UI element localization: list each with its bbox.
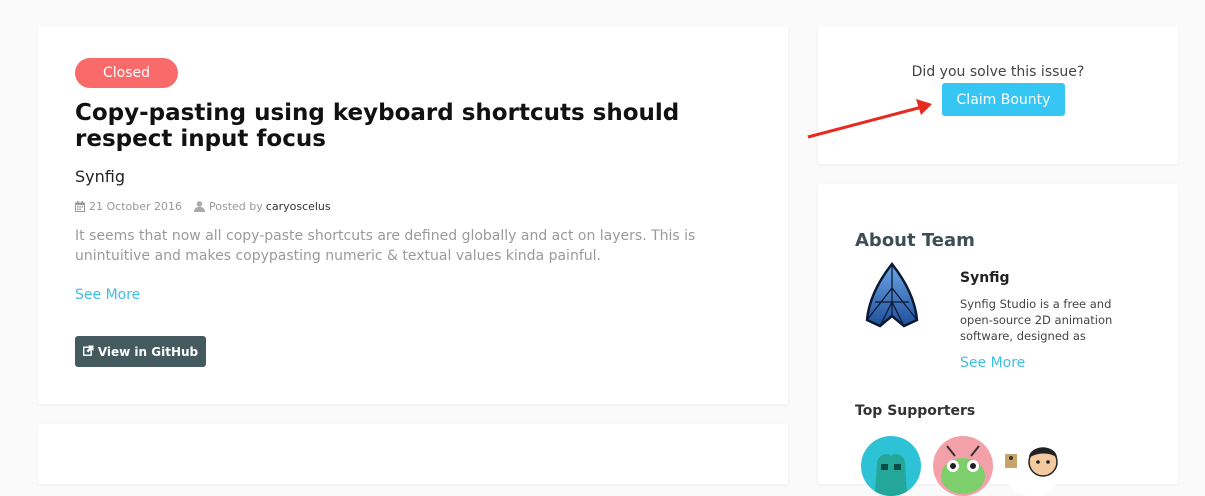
author-name[interactable]: caryoscelus: [266, 200, 331, 213]
synfig-logo[interactable]: [863, 261, 921, 338]
team-description: Synfig Studio is a free and open-source …: [960, 297, 1113, 343]
posted-by-label: Posted by: [209, 200, 263, 213]
bounty-question: Did you solve this issue?: [911, 64, 1085, 80]
supporter-avatar[interactable]: [861, 436, 921, 496]
supporter-avatar[interactable]: [1003, 436, 1063, 496]
status-badge: Closed: [75, 58, 178, 88]
next-issue-card: [38, 424, 788, 484]
about-team-heading: About Team: [855, 230, 975, 251]
about-team-card: About Team Synfig Synfig Studio is a fre…: [818, 184, 1178, 496]
issue-meta: 21 October 2016 Posted by caryoscelus: [75, 200, 331, 213]
user-icon: [194, 201, 206, 212]
claim-bounty-button[interactable]: Claim Bounty: [942, 83, 1065, 116]
view-in-github-label: View in GitHub: [97, 344, 199, 359]
issue-card: Closed Copy-pasting using keyboard short…: [38, 26, 788, 404]
top-supporters-heading: Top Supporters: [855, 403, 976, 419]
issue-see-more-link[interactable]: See More: [75, 287, 140, 303]
issue-date: 21 October 2016: [89, 200, 183, 213]
calendar-icon: [75, 201, 85, 212]
team-name[interactable]: Synfig: [960, 270, 1010, 286]
issue-title: Copy-pasting using keyboard shortcuts sh…: [75, 100, 680, 152]
annotation-arrow: [807, 99, 932, 139]
view-in-github-button[interactable]: View in GitHub: [75, 336, 206, 367]
project-name[interactable]: Synfig: [75, 167, 125, 186]
team-see-more-link[interactable]: See More: [960, 355, 1025, 371]
issue-description: It seems that now all copy-paste shortcu…: [75, 228, 696, 264]
supporter-avatar[interactable]: [933, 436, 993, 496]
external-link-icon: [82, 345, 94, 359]
